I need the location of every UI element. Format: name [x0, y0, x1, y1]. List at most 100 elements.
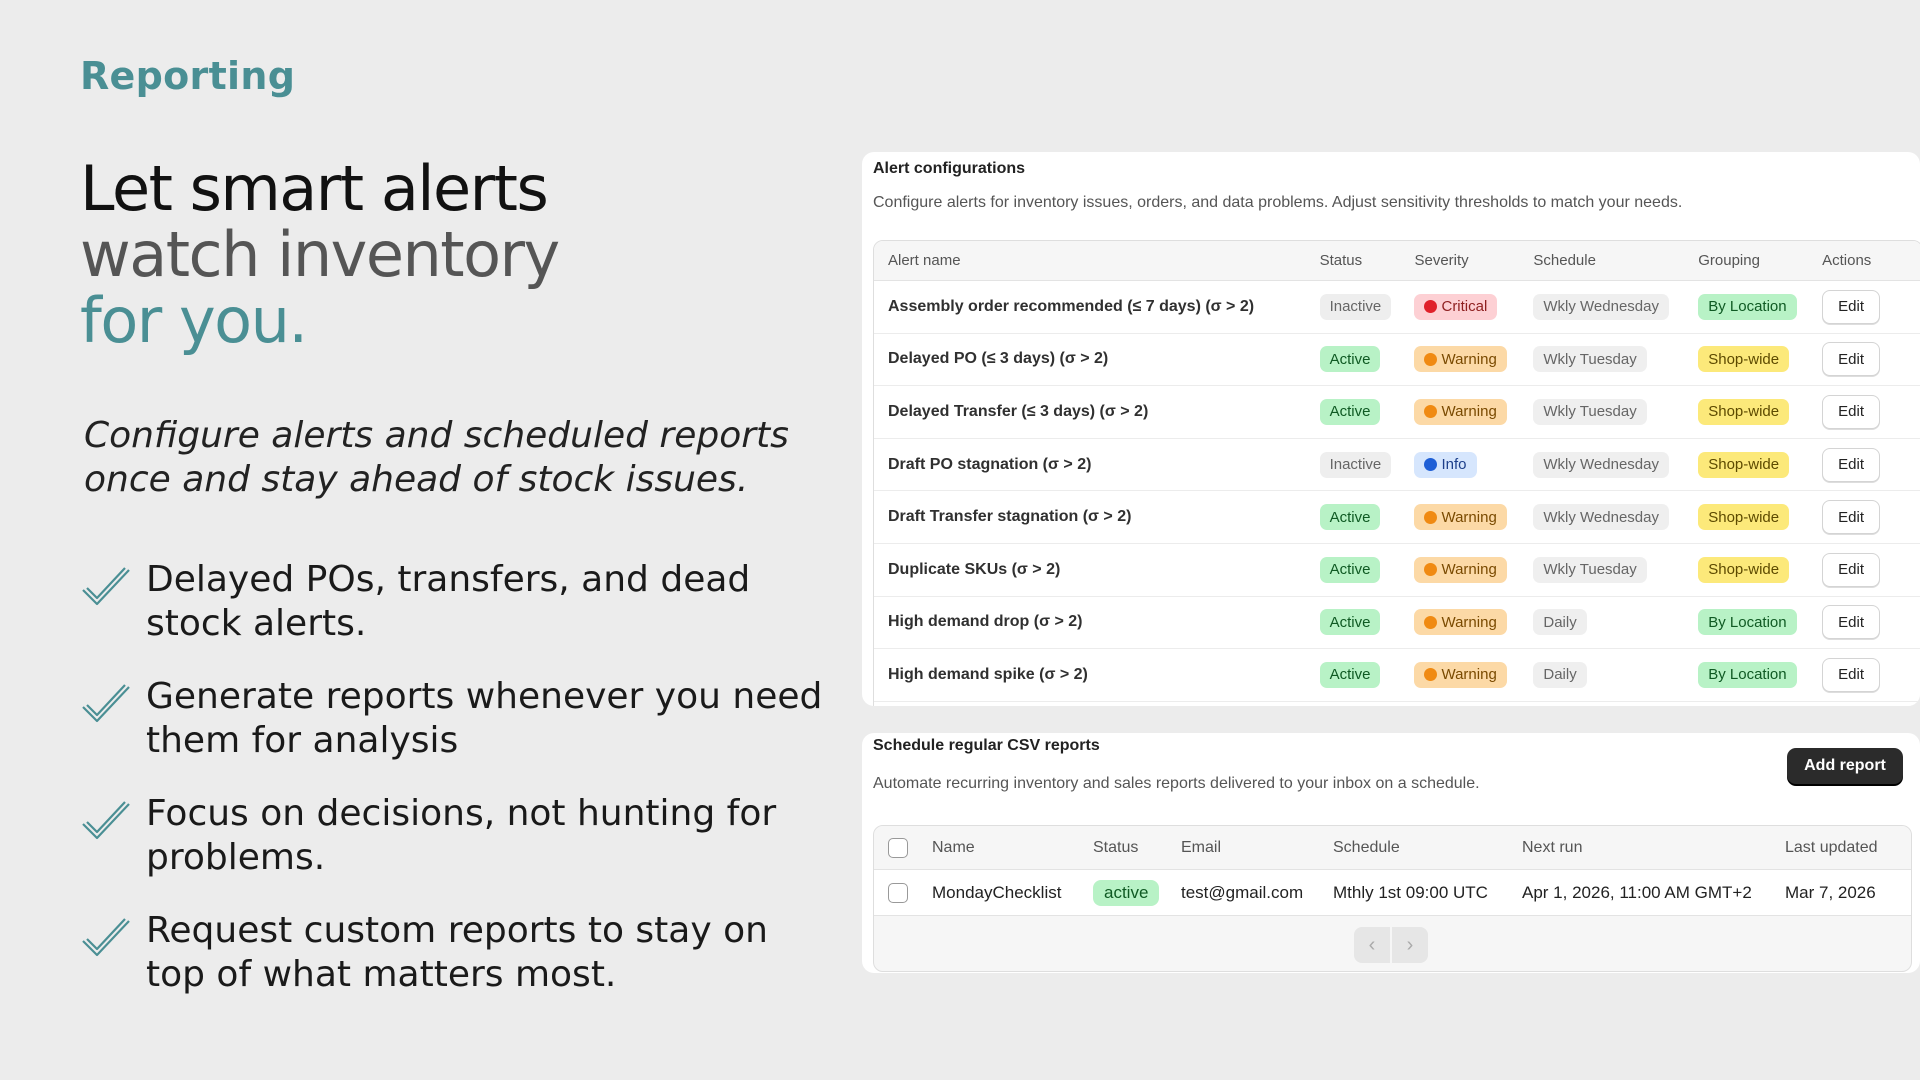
col-schedule[interactable]: Schedule [1333, 839, 1522, 857]
severity-label: Warning [1441, 350, 1497, 368]
alert-name-cell: Duplicate SKUs (σ > 2) [874, 561, 1320, 579]
alert-status-cell: Active [1319, 609, 1415, 636]
alert-status-cell: Inactive [1319, 293, 1415, 320]
checkmark-icon [82, 918, 130, 957]
col-next-run[interactable]: Next run [1522, 839, 1785, 857]
edit-button[interactable]: Edit [1822, 447, 1881, 482]
alert-actions-cell: Edit [1822, 605, 1920, 640]
col-severity[interactable]: Severity [1414, 252, 1533, 269]
edit-button[interactable]: Edit [1822, 500, 1881, 535]
alert-name-cell: High demand spike (σ > 2) [874, 666, 1320, 684]
severity-badge: Warning [1414, 346, 1507, 373]
subhead: Configure alerts and scheduled reports o… [84, 415, 789, 500]
alert-grouping-cell: Shop-wide [1698, 346, 1822, 373]
status-badge: Active [1319, 556, 1381, 583]
status-badge: Active [1319, 504, 1381, 531]
alert-actions-cell: Edit [1822, 342, 1920, 377]
schedule-badge: Wkly Wednesday [1533, 293, 1669, 320]
alert-actions-cell: Edit [1822, 447, 1920, 482]
edit-button[interactable]: Edit [1822, 342, 1881, 377]
alert-severity-cell: Critical [1414, 293, 1533, 320]
severity-label: Warning [1441, 403, 1497, 421]
severity-label: Info [1441, 456, 1467, 474]
alert-status-cell: Active [1319, 661, 1415, 688]
edit-button[interactable]: Edit [1822, 657, 1881, 692]
edit-button[interactable]: Edit [1822, 289, 1881, 324]
table-row[interactable]: Draft Transfer stagnation (σ > 2) Active W… [874, 491, 1920, 544]
alert-name-cell: Delayed Transfer (≤ 3 days) (σ > 2) [874, 403, 1320, 421]
alert-name-cell: Draft Transfer stagnation (σ > 2) [874, 508, 1320, 526]
edit-button[interactable]: Edit [1822, 552, 1881, 587]
table-row[interactable]: Delayed Transfer (≤ 3 days) (σ > 2) Activ… [874, 386, 1920, 439]
grouping-badge: Shop-wide [1698, 556, 1790, 583]
alert-name-cell: Draft PO stagnation (σ > 2) [874, 456, 1320, 474]
col-grouping[interactable]: Grouping [1698, 252, 1822, 269]
alert-schedule-cell: Daily [1533, 609, 1698, 636]
table-row[interactable]: Duplicate SKUs (σ > 2) Active Warning Wkly … [874, 544, 1920, 597]
alert-grouping-cell: Shop-wide [1698, 556, 1822, 583]
severity-badge: Warning [1414, 556, 1507, 583]
checkmark-icon [82, 567, 130, 606]
table-row[interactable]: MondayChecklist active test@gmail.com Mt… [874, 870, 1911, 916]
edit-button[interactable]: Edit [1822, 605, 1881, 640]
grouping-badge: By Location [1698, 609, 1797, 636]
headline: Let smart alerts watch inventory for you… [80, 152, 560, 354]
report-schedule: Mthly 1st 09:00 UTC [1333, 882, 1488, 902]
grouping-badge: Shop-wide [1698, 346, 1790, 373]
table-row[interactable]: Delayed PO (≤ 3 days) (σ > 2) Active Warni… [874, 334, 1920, 387]
col-status[interactable]: Status [1093, 839, 1181, 857]
alert-status-cell: Active [1319, 504, 1415, 531]
severity-label: Critical [1441, 298, 1488, 316]
severity-badge: Critical [1414, 293, 1498, 320]
feature-text: Delayed POs, transfers, and dead stock a… [146, 559, 751, 644]
status-badge: Active [1319, 346, 1381, 373]
col-email[interactable]: Email [1181, 839, 1333, 857]
feature-item: Delayed POs, transfers, and dead stock a… [80, 558, 840, 675]
col-status[interactable]: Status [1320, 252, 1415, 269]
prev-page-button[interactable]: ‹ [1354, 927, 1390, 963]
schedule-badge: Daily [1533, 661, 1587, 688]
table-row[interactable]: Draft PO stagnation (σ > 2) Inactive Info W… [874, 439, 1920, 492]
next-page-button[interactable]: › [1392, 927, 1428, 963]
schedule-badge: Wkly Tuesday [1533, 346, 1647, 373]
table-row[interactable]: High demand drop (σ > 2) Active Warning Dai… [874, 597, 1920, 650]
col-actions: Actions [1822, 252, 1872, 269]
schedule-badge: Wkly Wednesday [1533, 451, 1669, 478]
alert-name: Draft PO stagnation (σ > 2) [888, 455, 1092, 473]
severity-label: Warning [1441, 613, 1497, 631]
alert-name: Draft Transfer stagnation (σ > 2) [888, 508, 1132, 526]
alerts-table-header: Alert name Status Severity Schedule Grou… [874, 241, 1920, 281]
add-report-button[interactable]: Add report [1787, 748, 1903, 784]
alert-status-cell: Active [1319, 346, 1415, 373]
alert-schedule-cell: Wkly Wednesday [1533, 451, 1698, 478]
severity-dot-icon [1424, 510, 1438, 524]
severity-badge: Warning [1414, 609, 1507, 636]
col-alert-name[interactable]: Alert name [874, 252, 1320, 269]
schedule-badge: Daily [1533, 609, 1587, 636]
edit-button[interactable]: Edit [1822, 394, 1881, 429]
grouping-badge: Shop-wide [1698, 398, 1790, 425]
alert-severity-cell: Info [1414, 451, 1533, 478]
alerts-title: Alert configurations [873, 160, 1026, 177]
table-row[interactable]: Assembly order recommended (≤ 7 days) (σ… [874, 281, 1920, 334]
col-name[interactable]: Name [932, 839, 1093, 857]
col-last-updated[interactable]: Last updated [1785, 839, 1905, 857]
alert-name-cell: High demand drop (σ > 2) [874, 613, 1320, 631]
alert-status-cell: Inactive [1319, 451, 1415, 478]
alert-name-cell: Delayed PO (≤ 3 days) (σ > 2) [874, 350, 1320, 368]
status-badge: Inactive [1319, 293, 1392, 320]
feature-list: Delayed POs, transfers, and dead stock a… [80, 558, 840, 1026]
status-badge: Inactive [1319, 451, 1392, 478]
headline-line-2: watch inventory [80, 218, 560, 291]
row-checkbox[interactable] [888, 882, 908, 903]
select-all-checkbox[interactable] [888, 837, 908, 858]
table-row[interactable]: High demand spike (σ > 2) Active Warning Da… [874, 649, 1920, 702]
alert-grouping-cell: Shop-wide [1698, 451, 1822, 478]
alerts-table-body: Assembly order recommended (≤ 7 days) (σ… [874, 281, 1920, 702]
headline-line-1: Let smart alerts [80, 152, 549, 225]
alert-name: High demand drop (σ > 2) [888, 613, 1083, 631]
select-all-cell [874, 837, 932, 858]
col-schedule[interactable]: Schedule [1533, 252, 1698, 269]
alert-status-cell: Active [1319, 556, 1415, 583]
feature-text: Generate reports whenever you need them … [146, 676, 823, 761]
